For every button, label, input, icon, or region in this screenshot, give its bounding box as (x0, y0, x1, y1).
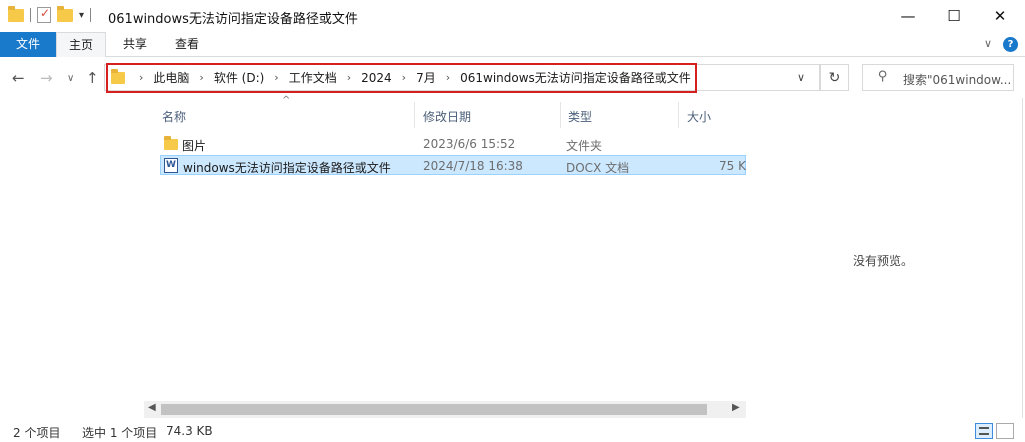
item-count: 2 个项目 (13, 426, 61, 440)
quick-access-toolbar: ▾ (8, 5, 92, 23)
window-title: 061windows无法访问指定设备路径或文件 (108, 12, 358, 27)
back-button[interactable]: ← (12, 69, 25, 87)
file-name: windows无法访问指定设备路径或文件 (183, 161, 391, 175)
details-view-icon[interactable] (975, 423, 993, 439)
recent-locations-button[interactable]: ∨ (67, 73, 74, 84)
breadcrumb-separator[interactable]: › (394, 71, 414, 84)
horizontal-scrollbar[interactable]: ◀ ▶ (144, 401, 746, 418)
file-list: ^ 名称 修改日期 类型 大小 图片 2023/6/6 15:52 文件夹 wi… (144, 95, 746, 418)
breadcrumb-2024[interactable]: 2024 (359, 71, 394, 85)
minimize-button[interactable]: — (885, 0, 931, 32)
column-type[interactable]: 类型 (568, 108, 592, 125)
column-modified[interactable]: 修改日期 (423, 108, 471, 125)
column-name[interactable]: 名称 (162, 108, 186, 125)
properties-icon[interactable] (37, 6, 51, 23)
tab-share[interactable]: 共享 (110, 32, 160, 57)
file-modified: 2024/7/18 16:38 (423, 159, 523, 173)
breadcrumb-this-pc[interactable]: 此电脑 (151, 69, 191, 86)
column-size[interactable]: 大小 (687, 108, 711, 125)
breadcrumb-july[interactable]: 7月 (414, 69, 438, 86)
navigation-bar: ← → ∨ ↑ › 此电脑 › 软件 (D:) › 工作文档 › 2024 › … (0, 58, 1025, 98)
toolbar-divider (30, 8, 31, 22)
refresh-button[interactable]: ↻ (820, 64, 849, 91)
column-divider[interactable] (678, 102, 679, 128)
expand-ribbon-icon[interactable]: ∨ (984, 37, 992, 50)
selection-count: 选中 1 个项目 (82, 426, 158, 440)
ribbon-tabs: 文件 主页 共享 查看 ∨ ? (0, 32, 1025, 57)
column-divider[interactable] (414, 102, 415, 128)
status-bar: 2 个项目 选中 1 个项目 74.3 KB (0, 420, 1025, 442)
docx-icon (164, 158, 178, 173)
pane-divider (1022, 98, 1023, 418)
title-bar: ▾ 061windows无法访问指定设备路径或文件 — ☐ ✕ (0, 0, 1025, 32)
column-divider[interactable] (560, 102, 561, 128)
up-button[interactable]: ↑ (86, 69, 99, 87)
search-placeholder: 搜索"061window... (903, 73, 1012, 87)
customize-toolbar-icon[interactable]: ▾ (79, 10, 84, 21)
folder-icon (111, 68, 125, 84)
new-folder-icon[interactable] (57, 5, 73, 22)
breadcrumb-drive-d[interactable]: 软件 (D:) (212, 69, 266, 86)
scroll-right-icon[interactable]: ▶ (732, 402, 740, 413)
preview-empty-text: 没有预览。 (853, 254, 914, 268)
breadcrumb-work-docs[interactable]: 工作文档 (287, 69, 339, 86)
file-type: 文件夹 (566, 139, 603, 153)
tab-file[interactable]: 文件 (0, 32, 56, 57)
breadcrumb-separator[interactable]: › (131, 71, 151, 84)
breadcrumb-separator[interactable]: › (438, 71, 458, 84)
breadcrumb-separator[interactable]: › (191, 71, 211, 84)
folder-icon (8, 5, 24, 22)
sort-ascending-icon: ^ (282, 95, 291, 106)
maximize-button[interactable]: ☐ (931, 0, 977, 32)
toolbar-divider (90, 8, 92, 22)
column-header-row: ^ 名称 修改日期 类型 大小 (144, 95, 746, 130)
file-modified: 2023/6/6 15:52 (423, 137, 516, 151)
search-input[interactable]: ⚲ 搜索"061window... (862, 64, 1014, 91)
file-size: 75 K (719, 159, 746, 173)
large-icons-view-icon[interactable] (996, 423, 1014, 439)
help-icon[interactable]: ? (1003, 37, 1018, 52)
selection-size: 74.3 KB (166, 424, 213, 438)
list-item[interactable]: 图片 2023/6/6 15:52 文件夹 (160, 134, 746, 154)
breadcrumb-separator[interactable]: › (266, 71, 286, 84)
scrollbar-thumb[interactable] (161, 404, 707, 415)
tab-view[interactable]: 查看 (162, 32, 212, 57)
folder-icon (164, 136, 178, 150)
address-dropdown-button[interactable]: ∨ (797, 71, 805, 84)
list-item-selected[interactable]: windows无法访问指定设备路径或文件 2024/7/18 16:38 DOC… (160, 155, 746, 175)
breadcrumb-separator[interactable]: › (339, 71, 359, 84)
file-name: 图片 (182, 139, 207, 153)
tab-home[interactable]: 主页 (56, 32, 106, 57)
close-button[interactable]: ✕ (977, 0, 1023, 32)
refresh-icon: ↻ (828, 69, 841, 86)
forward-button[interactable]: → (40, 69, 53, 87)
breadcrumb-current-folder[interactable]: 061windows无法访问指定设备路径或文件 (458, 69, 693, 86)
scroll-left-icon[interactable]: ◀ (148, 402, 156, 413)
breadcrumb: › 此电脑 › 软件 (D:) › 工作文档 › 2024 › 7月 › 061… (108, 68, 693, 86)
view-switcher (975, 423, 1014, 439)
search-icon: ⚲ (878, 69, 888, 84)
file-type: DOCX 文档 (566, 161, 630, 175)
